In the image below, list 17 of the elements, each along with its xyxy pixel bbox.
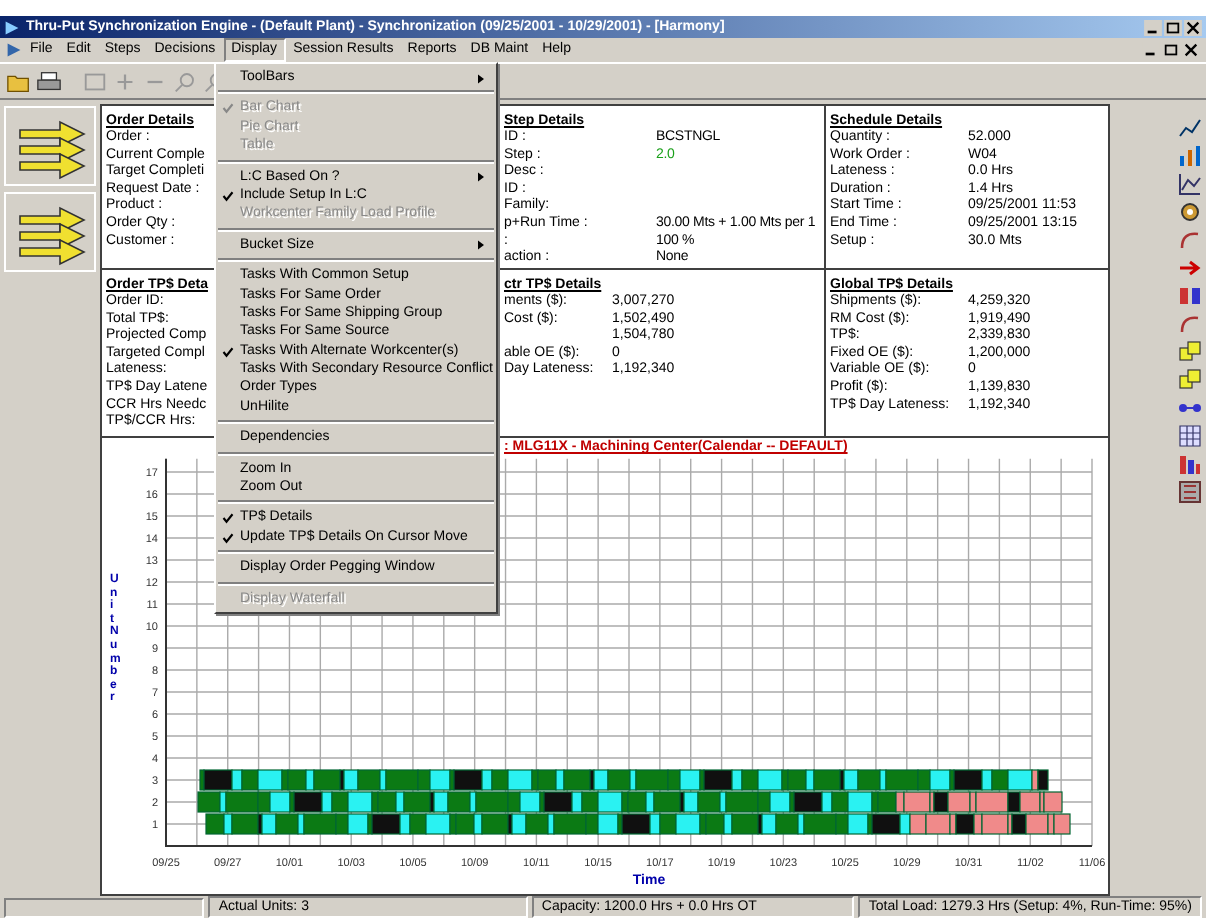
stack-icon[interactable] (1178, 368, 1202, 392)
table-icon[interactable] (1178, 480, 1202, 504)
app-icon (4, 19, 20, 35)
stacked-arrows-icon[interactable] (4, 192, 96, 272)
bars-icon[interactable] (1178, 452, 1202, 476)
close-icon[interactable] (1182, 42, 1200, 58)
grid-icon[interactable] (1178, 424, 1202, 448)
gear-icon[interactable] (1178, 200, 1202, 224)
close-icon[interactable] (1184, 19, 1202, 35)
stack-icon[interactable] (1178, 340, 1202, 364)
printer-icon[interactable] (36, 69, 62, 93)
curve-arrow-icon[interactable] (1178, 312, 1202, 336)
split-icon[interactable] (1178, 284, 1202, 308)
minimize-icon[interactable] (1144, 19, 1162, 35)
stacked-arrows-icon[interactable] (4, 106, 96, 186)
document-icon[interactable] (6, 42, 22, 58)
chart-icon[interactable] (1178, 172, 1202, 196)
